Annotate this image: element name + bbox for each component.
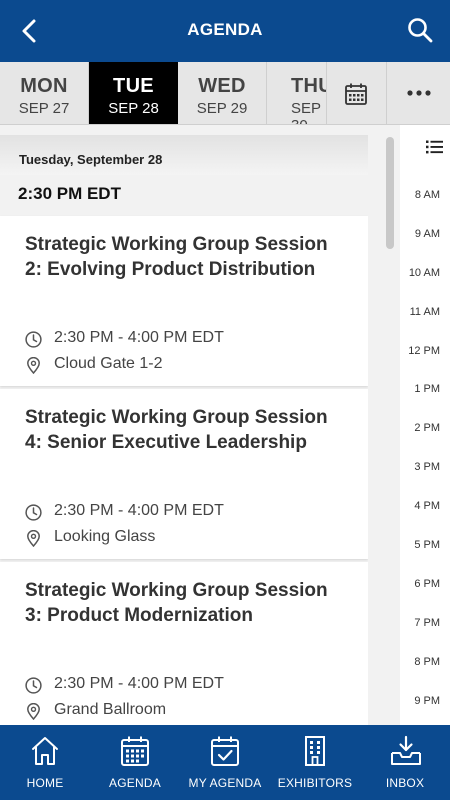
day-date: SEP 30 (291, 100, 321, 124)
session-title: Strategic Working Group Session 3: Produ… (25, 580, 328, 626)
tab-label: HOME (26, 776, 64, 790)
tab-label: MY AGENDA (188, 776, 262, 790)
clock-icon (25, 331, 42, 348)
tab-my-agenda[interactable]: MY AGENDA (180, 725, 270, 800)
day-name: TUE (113, 75, 154, 97)
hour-label[interactable]: 5 PM (414, 539, 440, 551)
hour-label[interactable]: 1 PM (414, 383, 440, 395)
tab-exhibitors[interactable]: EXHIBITORS (270, 725, 360, 800)
building-icon (305, 736, 325, 766)
session-card[interactable]: Strategic Working Group Session 2: Evolv… (0, 216, 368, 386)
location-pin-icon (27, 357, 40, 374)
day-date: SEP 27 (18, 100, 70, 117)
top-app-bar: AGENDA (0, 0, 450, 62)
calendar-check-icon (211, 736, 239, 766)
session-time: 2:30 PM - 4:00 PM EDT (54, 502, 224, 519)
session-location: Cloud Gate 1-2 (54, 355, 163, 372)
hour-label[interactable]: 9 AM (415, 228, 440, 240)
day-tab-mon[interactable]: MON SEP 27 (0, 62, 89, 124)
day-date: SEP 29 (196, 100, 248, 117)
hour-label[interactable]: 6 PM (414, 578, 440, 590)
tab-label: EXHIBITORS (277, 776, 353, 790)
session-location: Looking Glass (54, 528, 156, 545)
day-selector: MON SEP 27 TUE SEP 28 WED SEP 29 THU SEP… (0, 62, 450, 125)
day-name: MON (20, 75, 68, 97)
agenda-content: Tuesday, September 28 2:30 PM EDT Strate… (0, 125, 450, 725)
home-icon (32, 737, 58, 765)
hour-label[interactable]: 11 AM (410, 306, 440, 318)
inbox-download-icon (391, 735, 421, 765)
location-pin-icon (27, 530, 40, 547)
hour-label[interactable]: 8 PM (414, 656, 440, 668)
calendar-picker-button[interactable] (326, 62, 386, 124)
session-card[interactable]: Strategic Working Group Session 3: Produ… (0, 562, 368, 725)
calendar-icon (121, 736, 149, 766)
clock-icon (25, 504, 42, 521)
time-slot-heading: 2:30 PM EDT (18, 184, 121, 203)
day-date: SEP 28 (108, 100, 159, 117)
tab-inbox[interactable]: INBOX (360, 725, 450, 800)
hour-label[interactable]: 10 AM (409, 267, 440, 279)
hour-label[interactable]: 12 PM (408, 345, 440, 357)
day-tab-thu[interactable]: THU SEP 30 (267, 62, 327, 124)
clock-icon (25, 677, 42, 694)
hour-label[interactable]: 8 AM (415, 189, 440, 201)
tab-home[interactable]: HOME (0, 725, 90, 800)
session-title: Strategic Working Group Session 4: Senio… (25, 407, 328, 453)
day-name: THU (291, 75, 327, 97)
hour-label[interactable]: 9 PM (414, 695, 440, 707)
hour-label[interactable]: 2 PM (414, 422, 440, 434)
session-card[interactable]: Strategic Working Group Session 4: Senio… (0, 389, 368, 559)
search-icon[interactable] (406, 16, 434, 44)
page-title: AGENDA (187, 20, 263, 39)
scrollbar-thumb[interactable] (386, 137, 394, 249)
date-heading: Tuesday, September 28 (0, 135, 368, 175)
session-list[interactable]: Tuesday, September 28 2:30 PM EDT Strate… (0, 125, 368, 725)
day-tab-tue[interactable]: TUE SEP 28 (89, 62, 178, 124)
hour-label[interactable]: 3 PM (414, 461, 440, 473)
session-location: Grand Ballroom (54, 701, 167, 718)
more-options-button[interactable] (386, 62, 450, 124)
bottom-tab-bar: HOME AGENDA MY AGENDA EXHIBITORS INBOX (0, 725, 450, 800)
location-pin-icon (27, 703, 40, 720)
session-time: 2:30 PM - 4:00 PM EDT (54, 675, 224, 692)
list-view-icon[interactable] (426, 140, 443, 154)
hour-label[interactable]: 4 PM (414, 500, 440, 512)
session-title: Strategic Working Group Session 2: Evolv… (25, 234, 328, 280)
tab-agenda[interactable]: AGENDA (90, 725, 180, 800)
day-tab-wed[interactable]: WED SEP 29 (178, 62, 267, 124)
day-name: WED (198, 75, 246, 97)
hour-label[interactable]: 7 PM (414, 617, 440, 629)
tab-label: AGENDA (109, 776, 161, 790)
calendar-icon (345, 83, 367, 105)
session-time: 2:30 PM - 4:00 PM EDT (54, 329, 224, 346)
more-dots-icon (407, 90, 431, 96)
tab-label: INBOX (385, 776, 425, 790)
hour-rail[interactable]: 8 AM 9 AM 10 AM 11 AM 12 PM 1 PM 2 PM 3 … (400, 125, 450, 725)
